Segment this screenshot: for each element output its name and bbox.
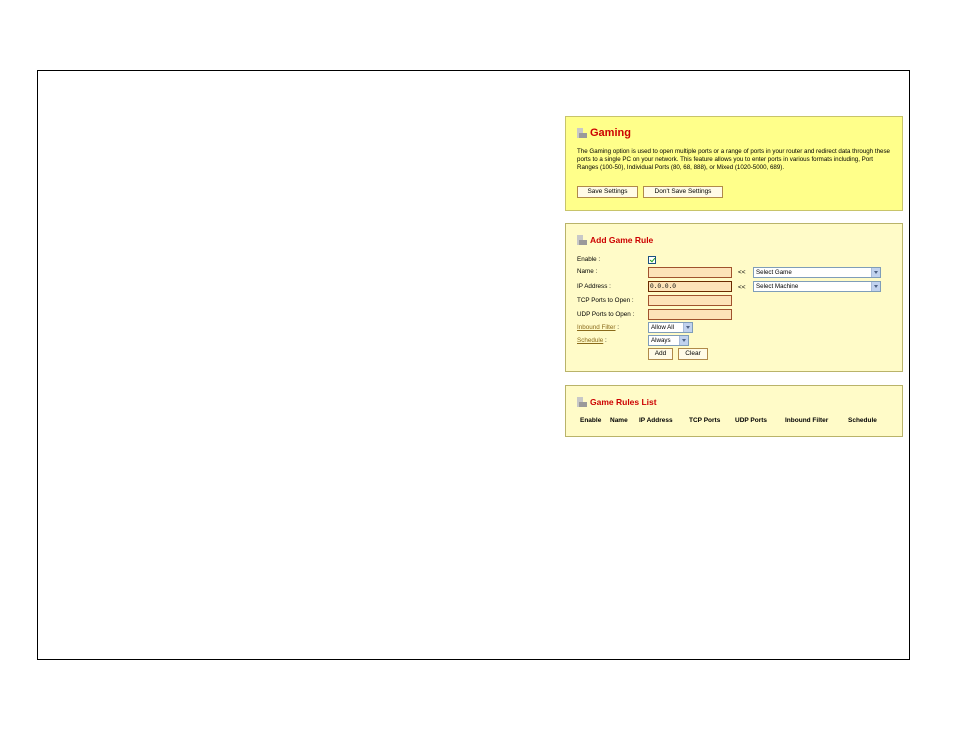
chevron-down-icon (679, 336, 688, 345)
inbound-filter-colon: : (615, 324, 620, 331)
inbound-filter-value: Allow All (651, 324, 675, 331)
game-rules-list-title: Game Rules List (577, 397, 657, 407)
inbound-filter-link[interactable]: Inbound Filter (577, 324, 616, 331)
dont-save-settings-button[interactable]: Don't Save Settings (643, 186, 723, 198)
schedule-colon: : (603, 337, 607, 344)
name-field[interactable] (648, 267, 732, 278)
select-machine-dropdown[interactable]: Select Machine (753, 281, 881, 292)
tcp-ports-field[interactable] (648, 295, 732, 306)
ip-address-label: IP Address : (577, 283, 611, 290)
gaming-title-text: Gaming (590, 127, 631, 139)
gaming-panel: Gaming The Gaming option is used to open… (565, 116, 903, 211)
column-header-enable: Enable (580, 417, 602, 424)
tcp-ports-label: TCP Ports to Open : (577, 297, 634, 304)
copy-machine-arrows: << (738, 284, 746, 291)
column-header-schedule: Schedule (848, 417, 877, 424)
add-game-rule-panel: Add Game Rule Enable : Name : << Select … (565, 223, 903, 372)
inbound-filter-label-wrap: Inbound Filter : (577, 324, 619, 331)
add-button[interactable]: Add (648, 348, 673, 360)
enable-checkbox[interactable] (648, 256, 656, 264)
select-machine-value: Select Machine (756, 283, 799, 290)
schedule-select[interactable]: Always (648, 335, 689, 346)
schedule-value: Always (651, 337, 671, 344)
schedule-label-wrap: Schedule : (577, 337, 607, 344)
column-header-tcp-ports: TCP Ports (689, 417, 721, 424)
chevron-down-icon (871, 268, 880, 277)
name-label: Name : (577, 268, 598, 275)
add-game-rule-title: Add Game Rule (577, 235, 653, 245)
gaming-title: Gaming (577, 127, 631, 139)
gaming-description: The Gaming option is used to open multip… (577, 148, 890, 172)
enable-label: Enable : (577, 256, 601, 263)
section-icon (577, 397, 587, 407)
ip-address-field[interactable]: 0.0.0.0 (648, 281, 732, 292)
udp-ports-label: UDP Ports to Open : (577, 311, 635, 318)
schedule-link[interactable]: Schedule (577, 337, 603, 344)
column-header-inbound-filter: Inbound Filter (785, 417, 829, 424)
section-icon (577, 235, 587, 245)
select-game-dropdown[interactable]: Select Game (753, 267, 881, 278)
chevron-down-icon (871, 282, 880, 291)
chevron-down-icon (683, 323, 692, 332)
inbound-filter-select[interactable]: Allow All (648, 322, 693, 333)
column-header-ip-address: IP Address (639, 417, 673, 424)
select-game-value: Select Game (756, 269, 792, 276)
save-settings-button[interactable]: Save Settings (577, 186, 638, 198)
column-header-name: Name (610, 417, 628, 424)
udp-ports-field[interactable] (648, 309, 732, 320)
game-rules-list-title-text: Game Rules List (590, 397, 657, 407)
column-header-udp-ports: UDP Ports (735, 417, 768, 424)
copy-game-arrows: << (738, 269, 746, 276)
add-game-rule-title-text: Add Game Rule (590, 235, 654, 245)
game-rules-list-panel: Game Rules List Enable Name IP Address T… (565, 385, 903, 437)
clear-button[interactable]: Clear (678, 348, 708, 360)
section-icon (577, 128, 587, 138)
